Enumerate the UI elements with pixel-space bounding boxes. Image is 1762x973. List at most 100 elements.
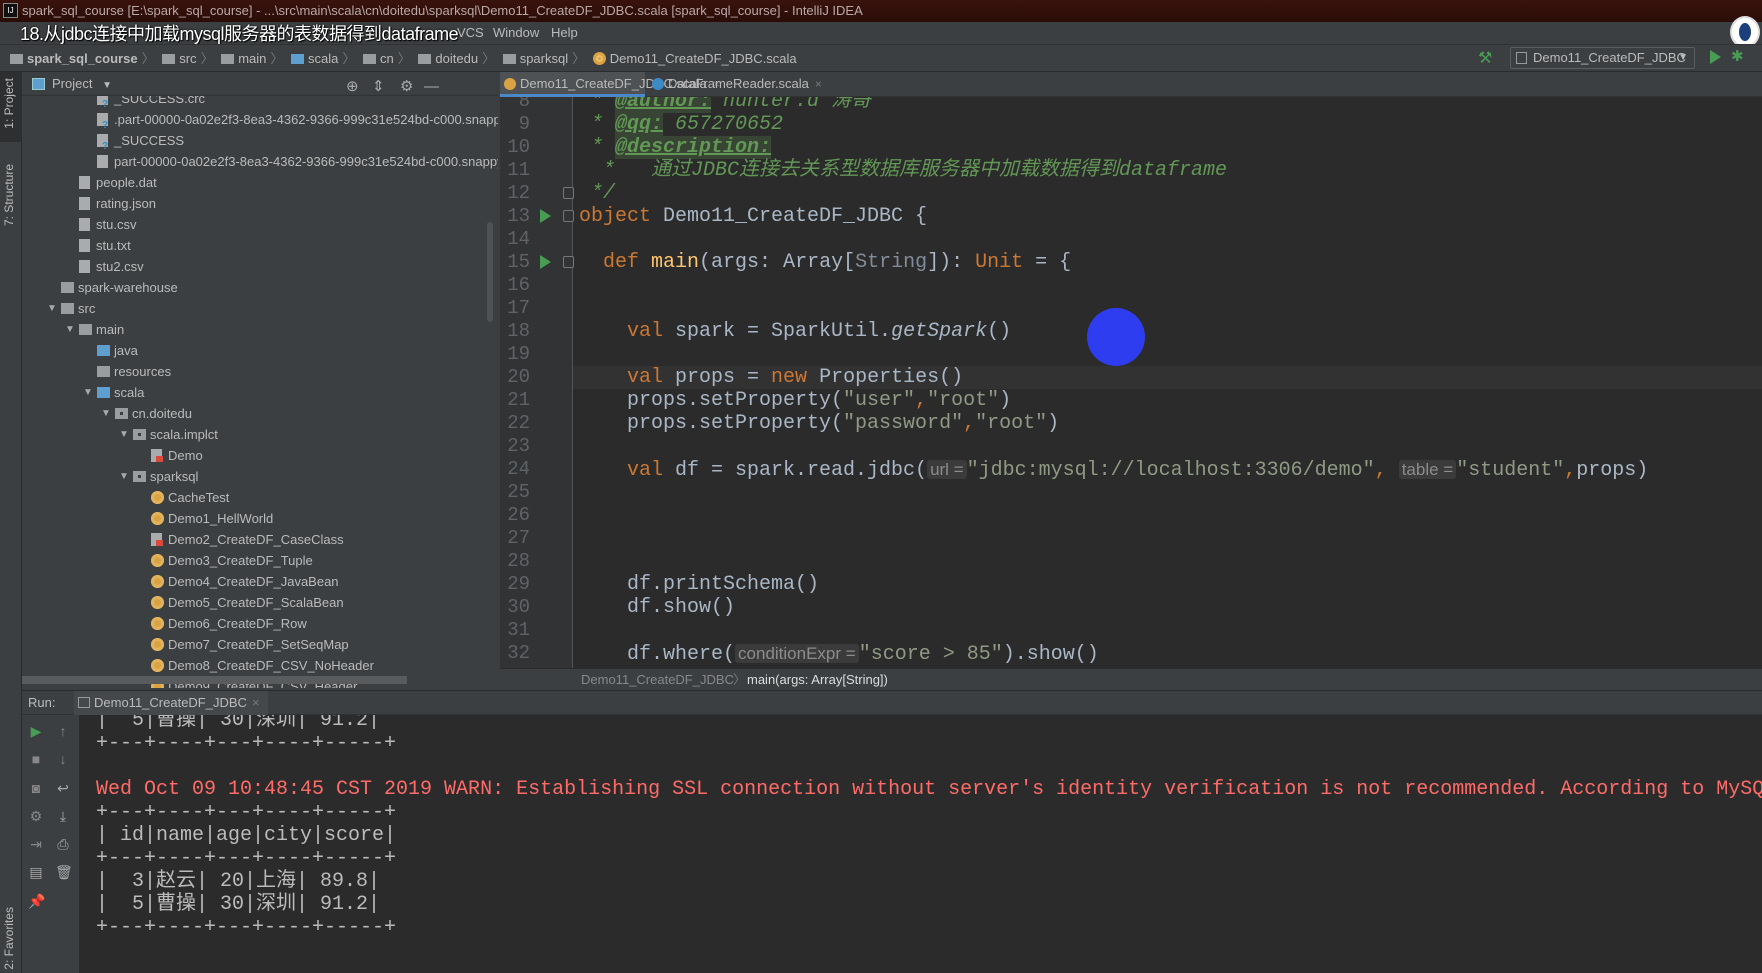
exit-icon[interactable]: ⇥ [28,836,44,852]
code-token: 657270652 [663,113,784,136]
tree-item[interactable]: .part-00000-0a02e2f3-8ea3-4362-9366-999c… [22,109,498,136]
gear-icon[interactable]: ⚙ [400,75,413,99]
console-line: | id|name|age|city|score| [96,824,397,847]
expand-arrow-icon[interactable]: ▼ [65,319,75,340]
camera-dump-icon[interactable]: ◙ [28,780,44,796]
code-editor[interactable]: 8 9 10 11 12 13 14 15 16 17 18 19 20 21 22 23 24 25 26 27 28… [500,97,1762,668]
tab-demo11-createdf-jdbc[interactable]: Demo11_CreateDF_JDBC.scala × [500,72,720,97]
project-scrollbar[interactable] [487,222,493,322]
menu-window[interactable]: Window [493,22,539,44]
pin-icon[interactable]: 📌 [28,893,45,909]
run-tab[interactable]: Demo11_CreateDF_JDBC × [74,691,268,715]
run-config-dropdown[interactable]: Demo11_CreateDF_JDBC ▼ [1510,47,1695,69]
down-arrow-icon[interactable]: ↓ [55,751,71,767]
expand-arrow-icon[interactable]: ▼ [119,466,129,487]
code-line: * @qq: 657270652 [579,113,783,136]
crumb-src[interactable]: src 〉 [162,45,214,72]
stop-icon[interactable]: ■ [28,751,44,767]
close-tab-icon[interactable]: × [815,77,822,91]
locate-crosshair-icon[interactable]: ⊕ [346,75,359,99]
crumb-doitedu[interactable]: doitedu 〉 [418,45,495,72]
breadcrumb-object[interactable]: Demo11_CreateDF_JDBC [581,669,734,691]
up-arrow-icon[interactable]: ↑ [55,723,71,739]
tree-item[interactable]: _SUCCESS [22,130,498,157]
restore-layout-icon[interactable]: ⚙ [28,808,44,824]
line-number: 16 [507,274,530,296]
tree-item[interactable]: Demo1_HellWorld [22,508,498,529]
fold-icon[interactable] [563,210,574,222]
project-view-selector[interactable]: Project [52,76,92,91]
chevron-down-icon[interactable]: ▼ [102,80,112,91]
tree-item[interactable]: Demo2_CreateDF_CaseClass [22,529,498,550]
tree-item[interactable]: Demo7_CreateDF_SetSeqMap [22,634,498,655]
tree-item[interactable]: java [22,340,498,361]
tree-item[interactable]: spark-warehouse [22,277,498,298]
tree-item[interactable]: Demo6_CreateDF_Row [22,613,498,634]
tree-item[interactable]: stu2.csv [22,256,498,277]
tree-item-label: stu2.csv [96,259,144,274]
menu-help[interactable]: Help [551,22,578,44]
tree-item[interactable]: stu.csv [22,214,498,235]
tree-item[interactable]: Demo4_CreateDF_JavaBean [22,571,498,592]
tool-window-project[interactable]: 1: Project [2,78,16,129]
layout-icon[interactable]: ▤ [28,864,44,880]
tab-dataframereader[interactable]: DataFrameReader.scala × [648,72,822,97]
expand-arrow-icon[interactable]: ▼ [119,424,129,445]
hide-panel-icon[interactable]: — [424,75,439,99]
tree-item[interactable]: people.dat [22,172,498,193]
close-tab-icon[interactable]: × [252,695,260,710]
scroll-to-end-icon[interactable]: ⤓ [55,808,71,824]
debug-bug-icon[interactable]: ✱ [1731,47,1744,65]
tree-item-label: Demo8_CreateDF_CSV_NoHeader [168,658,374,673]
tree-item[interactable]: ▼ scala [22,382,498,403]
crumb-file[interactable]: Demo11_CreateDF_JDBC.scala [592,45,797,72]
crumb-scala[interactable]: scala 〉 [291,45,355,72]
build-hammer-icon[interactable]: ⚒ [1478,48,1492,68]
crumb-sparksql[interactable]: sparksql 〉 [502,45,585,72]
crumb-project[interactable]: spark_sql_course 〉 [10,45,155,72]
tree-item[interactable]: rating.json [22,193,498,214]
run-gutter-icon[interactable] [540,255,551,269]
breadcrumb-method[interactable]: main(args: Array[String]) [747,669,888,691]
menu-vcs[interactable]: VCS [457,22,484,44]
tool-window-structure[interactable]: 7: Structure [2,164,16,226]
line-number: 31 [507,619,530,641]
code-token: , [915,389,928,412]
rerun-icon[interactable]: ▶ [28,723,44,739]
tree-item[interactable]: ▼ scala.implct [22,424,498,445]
tree-item[interactable]: Demo [22,445,498,466]
console-line: | 5|曹操| 30|深圳| 91.2| [96,893,381,916]
scala-class-icon [652,78,664,90]
soft-wrap-icon[interactable]: ↩ [55,780,71,796]
fold-icon[interactable] [563,256,574,268]
crumb-main[interactable]: main 〉 [221,45,283,72]
print-icon[interactable]: ⎙ [55,836,71,852]
tool-window-favorites[interactable]: 2: Favorites [2,907,16,970]
expand-arrow-icon[interactable]: ▼ [83,382,93,403]
tree-item[interactable]: ▼ main [22,319,498,340]
expand-arrow-icon[interactable]: ▼ [47,298,57,319]
trash-icon[interactable]: 🗑 [55,864,73,880]
tree-item[interactable]: Demo3_CreateDF_Tuple [22,550,498,571]
tree-item[interactable]: ▼ sparksql [22,466,498,487]
tree-item[interactable]: part-00000-0a02e2f3-8ea3-4362-9366-999c3… [22,151,498,172]
collapse-all-icon[interactable]: ⇕ [372,75,385,99]
expand-arrow-icon[interactable]: ▼ [101,403,111,424]
console-line: | 3|赵云| 20|上海| 89.8| [96,870,381,893]
tree-item[interactable]: ▼ src [22,298,498,319]
tree-item[interactable]: Demo8_CreateDF_CSV_NoHeader [22,655,498,676]
fold-end-icon[interactable] [563,187,574,199]
tree-item[interactable]: ▼ cn.doitedu [22,403,498,424]
run-gutter-icon[interactable] [540,209,551,223]
editor-tabs: Demo11_CreateDF_JDBC.scala × DataFrameRea… [500,72,1762,97]
tree-item[interactable]: stu.txt [22,235,498,256]
console-output[interactable]: | 5|曹操| 30|深圳| 91.2| +---+----+---+----+-… [80,715,1762,973]
run-icon[interactable] [1710,50,1721,64]
code-token: "root" [975,412,1048,435]
tree-item[interactable]: Demo5_CreateDF_ScalaBean [22,592,498,613]
line-number: 10 [507,136,530,158]
tree-item[interactable]: resources [22,361,498,382]
project-horizontal-scrollbar[interactable] [22,676,407,684]
tree-item[interactable]: CacheTest [22,487,498,508]
crumb-cn[interactable]: cn 〉 [363,45,411,72]
